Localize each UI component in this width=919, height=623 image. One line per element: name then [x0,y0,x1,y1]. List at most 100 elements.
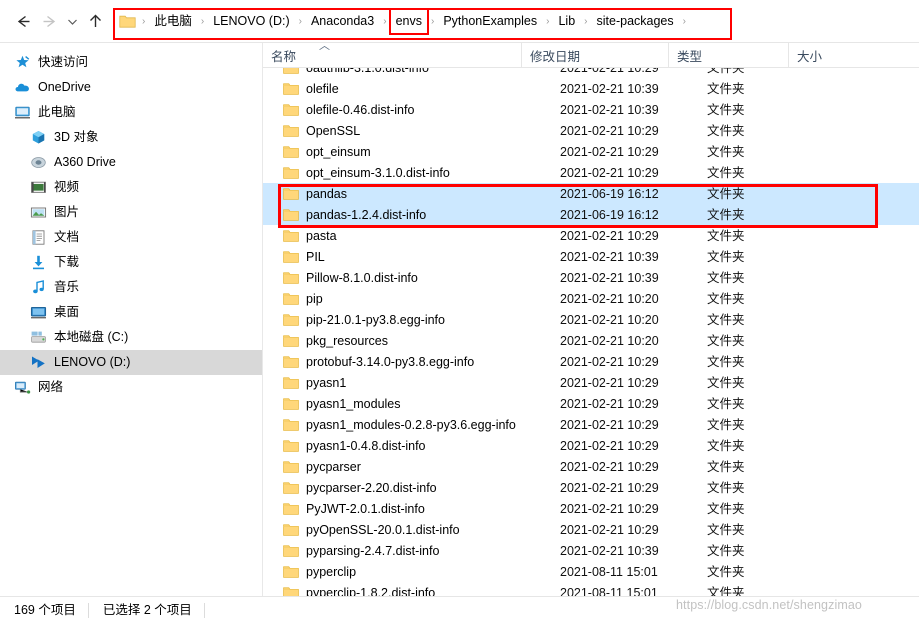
column-header-type[interactable]: 类型 [668,43,788,67]
breadcrumb-separator: › [584,15,588,27]
sidebar-item-label: 3D 对象 [54,130,99,144]
sidebar-item-label: 网络 [38,380,64,394]
folder-icon [283,166,299,180]
sidebar-item-8[interactable]: 下载 [0,250,262,275]
table-row[interactable]: pycparser 2021-02-21 10:29 文件夹 [263,456,919,477]
table-row[interactable]: pandas-1.2.4.dist-info 2021-06-19 16:12 文件… [263,204,919,225]
navigation-sidebar[interactable]: 快速访问 OneDrive 此电脑 3D 对象 A360 Drive 视频 图片 文档 下载 音乐… [0,50,262,596]
cell-type: 文件夹 [707,81,745,96]
cell-date-modified: 2021-02-21 10:29 [560,228,659,243]
documents-icon [30,229,47,246]
folder-icon [283,124,299,138]
file-list-pane[interactable]: ︿ 名称 修改日期 类型 大小 oauthlib-3.1.0.dist-info… [263,43,919,596]
cell-type: 文件夹 [707,165,745,180]
table-row[interactable]: pyasn1-0.4.8.dist-info 2021-02-21 10:29 文件… [263,435,919,456]
table-row[interactable]: pyasn1_modules 2021-02-21 10:29 文件夹 [263,393,919,414]
cell-type: 文件夹 [707,270,745,285]
sidebar-item-4[interactable]: A360 Drive [0,150,262,175]
table-row[interactable]: pip-21.0.1-py3.8.egg-info 2021-02-21 10:2… [263,309,919,330]
folder-icon [283,544,299,558]
breadcrumb[interactable]: › 此电脑 › LENOVO (D:) › Anaconda3 › envs ›… [113,7,690,35]
table-row[interactable]: protobuf-3.14.0-py3.8.egg-info 2021-02-21… [263,351,919,372]
folder-icon [283,523,299,537]
breadcrumb-item-site-packages[interactable]: site-packages [592,11,679,32]
breadcrumb-item-lib[interactable]: Lib [553,11,580,32]
column-header-name[interactable]: ︿ 名称 [263,43,521,67]
address-bar[interactable]: › 此电脑 › LENOVO (D:) › Anaconda3 › envs ›… [113,5,919,40]
table-row[interactable]: PIL 2021-02-21 10:39 文件夹 [263,246,919,267]
sidebar-item-13[interactable]: 网络 [0,375,262,400]
recent-locations-chevron-down-icon[interactable] [62,6,82,36]
sidebar-item-12[interactable]: LENOVO (D:) [0,350,262,375]
table-row[interactable]: pyasn1_modules-0.2.8-py3.6.egg-info 2021-… [263,414,919,435]
downloads-arrow-icon [30,254,47,271]
breadcrumb-item-envs[interactable]: envs [388,7,430,35]
lenovo-drive-icon [30,354,47,371]
table-row[interactable]: pyasn1 2021-02-21 10:29 文件夹 [263,372,919,393]
sidebar-item-2[interactable]: 此电脑 [0,100,262,125]
breadcrumb-item-lenovo-d[interactable]: LENOVO (D:) [208,11,294,32]
table-row[interactable]: olefile-0.46.dist-info 2021-02-21 10:39 文件… [263,99,919,120]
watermark-text: https://blog.csdn.net/shengzimao [676,598,862,612]
sidebar-item-11[interactable]: 本地磁盘 (C:) [0,325,262,350]
cell-date-modified: 2021-02-21 10:29 [560,375,659,390]
table-row[interactable]: pandas 2021-06-19 16:12 文件夹 [263,183,919,204]
table-row[interactable]: pycparser-2.20.dist-info 2021-02-21 10:29… [263,477,919,498]
column-header-size[interactable]: 大小 [788,43,882,67]
table-row[interactable]: oauthlib-3.1.0.dist-info2021-02-21 10:29… [263,68,919,78]
folder-icon [283,313,299,327]
cell-date-modified: 2021-02-21 10:39 [560,270,659,285]
cell-type: 文件夹 [707,354,745,369]
sidebar-item-7[interactable]: 文档 [0,225,262,250]
table-row[interactable]: pkg_resources 2021-02-21 10:20 文件夹 [263,330,919,351]
cell-name: pyasn1_modules-0.2.8-py3.6.egg-info [306,417,516,432]
sidebar-item-label: OneDrive [38,80,91,94]
sidebar-item-label: A360 Drive [54,155,116,169]
cell-name: oauthlib-3.1.0.dist-info [306,68,560,76]
column-header-date-modified[interactable]: 修改日期 [521,43,668,67]
table-row[interactable]: pyOpenSSL-20.0.1.dist-info 2021-02-21 10:… [263,519,919,540]
cell-name: OpenSSL [306,123,361,138]
sidebar-item-6[interactable]: 图片 [0,200,262,225]
cell-date-modified: 2021-02-21 10:39 [560,543,659,558]
table-row[interactable]: pasta 2021-02-21 10:29 文件夹 [263,225,919,246]
cell-date-modified: 2021-08-11 15:01 [560,564,658,579]
breadcrumb-item-this-pc[interactable]: 此电脑 [149,11,197,32]
navigation-bar: › 此电脑 › LENOVO (D:) › Anaconda3 › envs ›… [0,0,919,42]
breadcrumb-separator: › [682,15,686,27]
cell-date-modified: 2021-02-21 10:39 [560,102,659,117]
cell-date-modified: 2021-02-21 10:39 [560,249,659,264]
cell-date-modified: 2021-02-21 10:29 [560,123,659,138]
table-row[interactable]: pyperclip 2021-08-11 15:01 文件夹 [263,561,919,582]
cell-name: protobuf-3.14.0-py3.8.egg-info [306,354,475,369]
table-row[interactable]: Pillow-8.1.0.dist-info 2021-02-21 10:39 文件… [263,267,919,288]
cell-date-modified: 2021-02-21 10:20 [560,291,659,306]
table-row[interactable]: opt_einsum-3.1.0.dist-info 2021-02-21 10:… [263,162,919,183]
sidebar-item-5[interactable]: 视频 [0,175,262,200]
table-row[interactable]: PyJWT-2.0.1.dist-info 2021-02-21 10:29 文件夹 [263,498,919,519]
table-row[interactable]: pyperclip-1.8.2.dist-info 2021-08-11 15:0… [263,582,919,596]
cell-date-modified: 2021-06-19 16:12 [560,207,659,222]
back-button[interactable] [10,6,36,36]
breadcrumb-item-pythonexamples[interactable]: PythonExamples [438,11,542,32]
cell-name: pyperclip-1.8.2.dist-info [306,585,436,597]
sidebar-item-label: 本地磁盘 (C:) [54,330,129,344]
file-rows-container[interactable]: oauthlib-3.1.0.dist-info 2021-02-21 10:29… [263,68,919,596]
table-row[interactable]: pip 2021-02-21 10:20 文件夹 [263,288,919,309]
sidebar-item-3[interactable]: 3D 对象 [0,125,262,150]
table-row[interactable]: pyparsing-2.4.7.dist-info 2021-02-21 10:3… [263,540,919,561]
table-row[interactable]: olefile 2021-02-21 10:39 文件夹 [263,78,919,99]
sidebar-item-9[interactable]: 音乐 [0,275,262,300]
table-row[interactable]: OpenSSL 2021-02-21 10:29 文件夹 [263,120,919,141]
sidebar-item-10[interactable]: 桌面 [0,300,262,325]
cell-name: pandas [306,186,348,201]
up-button[interactable] [82,6,108,36]
cell-name: pandas-1.2.4.dist-info [306,207,427,222]
cell-type: 文件夹 [707,417,745,432]
videos-icon [30,179,47,196]
sidebar-item-1[interactable]: OneDrive [0,75,262,100]
cell-date-modified: 2021-06-19 16:12 [560,186,659,201]
breadcrumb-item-anaconda3[interactable]: Anaconda3 [306,11,379,32]
sidebar-item-0[interactable]: 快速访问 [0,50,262,75]
table-row[interactable]: opt_einsum 2021-02-21 10:29 文件夹 [263,141,919,162]
